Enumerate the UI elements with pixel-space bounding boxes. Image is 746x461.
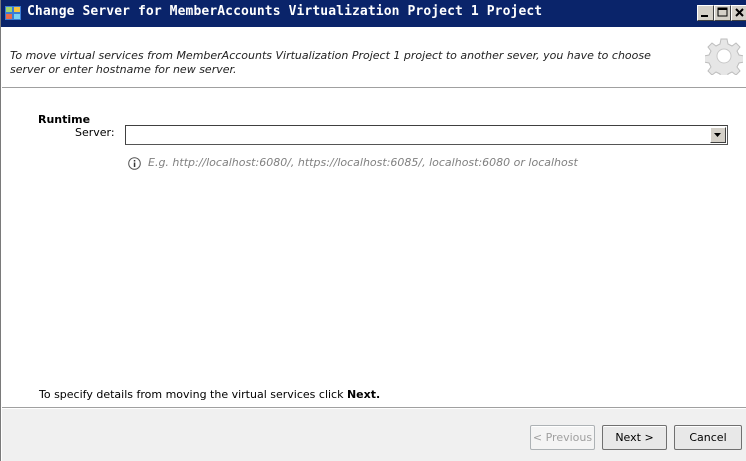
- server-input[interactable]: [126, 126, 708, 144]
- change-server-dialog: Change Server for MemberAccounts Virtual…: [0, 0, 746, 461]
- footer-note-text: To specify details from moving the virtu…: [39, 388, 347, 401]
- footer-note: To specify details from moving the virtu…: [39, 388, 380, 401]
- gear-icon: [703, 37, 745, 80]
- button-bar: < Previous Next > Cancel: [2, 409, 746, 461]
- minimize-button[interactable]: [697, 5, 714, 21]
- title-bar[interactable]: Change Server for MemberAccounts Virtual…: [1, 0, 746, 27]
- server-label: Server:: [75, 126, 115, 139]
- dialog-content: Runtime Server: E.g. http://localhost:60…: [2, 89, 746, 407]
- dialog-header: To move virtual services from MemberAcco…: [2, 27, 746, 87]
- dropdown-button[interactable]: [710, 127, 726, 143]
- next-button[interactable]: Next >: [602, 425, 667, 450]
- chevron-down-icon: [714, 133, 721, 137]
- instructions-text: To move virtual services from MemberAcco…: [10, 49, 651, 76]
- server-combobox[interactable]: [125, 125, 728, 145]
- app-icon: [4, 4, 22, 22]
- info-icon: [128, 157, 141, 170]
- close-button[interactable]: [731, 5, 746, 21]
- server-hint-text: E.g. http://localhost:6080/, https://loc…: [148, 156, 578, 169]
- previous-button[interactable]: < Previous: [530, 425, 595, 450]
- runtime-section-label: Runtime: [38, 113, 91, 126]
- footer-note-next: Next.: [346, 388, 381, 401]
- cancel-button[interactable]: Cancel: [674, 425, 742, 450]
- maximize-button[interactable]: [714, 5, 731, 21]
- window-title: Change Server for MemberAccounts Virtual…: [27, 4, 543, 19]
